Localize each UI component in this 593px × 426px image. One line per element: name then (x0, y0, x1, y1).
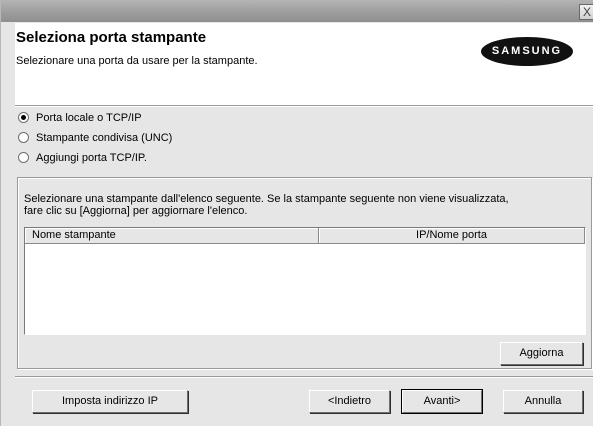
title-bar[interactable] (1, 0, 593, 22)
header-divider-highlight (15, 106, 593, 107)
column-header-printer-name[interactable]: Nome stampante (25, 228, 319, 244)
page-subtitle: Selezionare una porta da usare per la st… (16, 55, 258, 67)
radio-button-icon[interactable] (18, 152, 29, 163)
cancel-button[interactable]: Annulla (503, 390, 583, 413)
list-instructions: Selezionare una stampante dall'elenco se… (24, 193, 574, 217)
installer-window: X Seleziona porta stampante Selezionare … (0, 0, 593, 426)
close-icon[interactable]: X (579, 4, 593, 20)
column-header-ip-port[interactable]: IP/Nome porta (319, 228, 585, 244)
samsung-logo: SAMSUNG (481, 37, 573, 66)
radio-shared-unc[interactable]: Stampante condivisa (UNC) (18, 130, 172, 145)
radio-add-tcpip[interactable]: Aggiungi porta TCP/IP. (18, 150, 147, 165)
footer-divider-highlight (15, 377, 593, 378)
back-button[interactable]: <Indietro (309, 390, 390, 413)
page-title: Seleziona porta stampante (16, 29, 207, 46)
radio-label: Stampante condivisa (UNC) (36, 131, 173, 144)
set-ip-address-button[interactable]: Imposta indirizzo IP (32, 390, 188, 413)
list-header: Nome stampante IP/Nome porta (25, 228, 585, 244)
radio-label: Porta locale o TCP/IP (36, 111, 142, 124)
next-button[interactable]: Avanti> (401, 389, 483, 414)
instructions-line-2: fare clic su [Aggiorna] per aggiornare l… (24, 205, 248, 217)
printer-list[interactable]: Nome stampante IP/Nome porta (24, 227, 586, 335)
radio-label: Aggiungi porta TCP/IP. (36, 151, 147, 164)
radio-button-icon[interactable] (18, 112, 29, 123)
refresh-button[interactable]: Aggiorna (500, 342, 583, 365)
radio-button-icon[interactable] (18, 132, 29, 143)
instructions-line-1: Selezionare una stampante dall'elenco se… (24, 193, 509, 205)
radio-local-tcpip[interactable]: Porta locale o TCP/IP (18, 110, 142, 125)
